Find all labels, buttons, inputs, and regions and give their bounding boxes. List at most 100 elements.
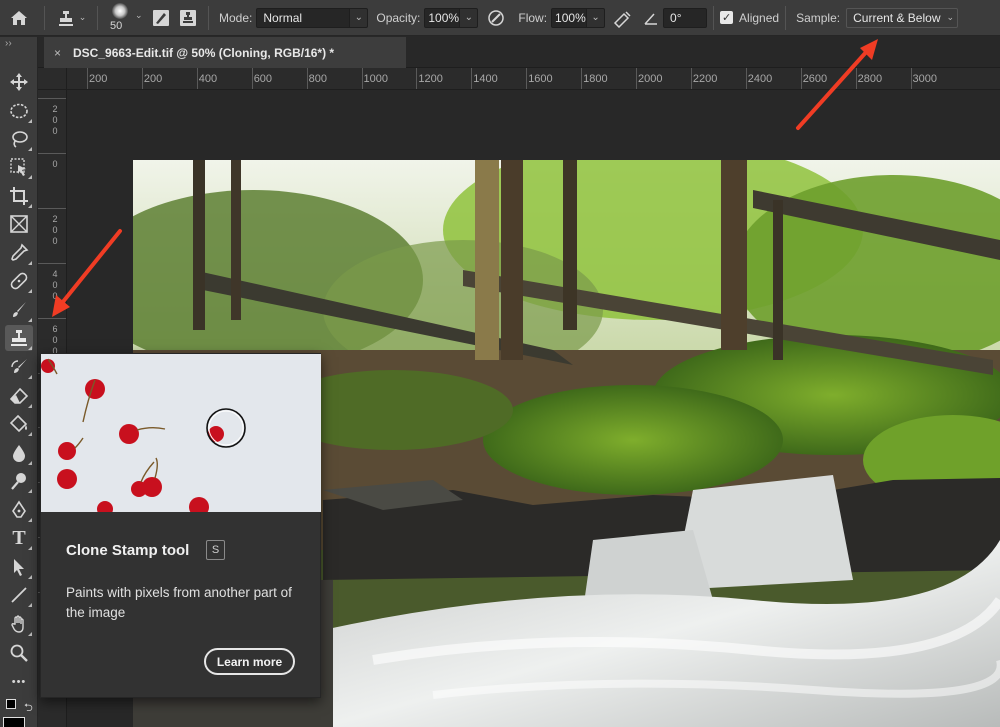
mode-label: Mode: (219, 10, 253, 25)
zoom-icon (10, 644, 28, 662)
photoshop-window: ⌄ 50 ⌄ Mode: Normal ⌄ Opacity: 100% ⌄ Fl… (0, 0, 1000, 727)
brush-tool[interactable] (5, 297, 33, 323)
ruler-tick (87, 68, 88, 89)
airbrush-button[interactable] (605, 0, 641, 36)
bandage-icon (10, 272, 28, 290)
lasso-icon (12, 131, 28, 148)
horizontal-ruler: 200 200 400 600 800 1000 1200 1400 1600 1800 2000 2… (67, 68, 1000, 90)
hand-tool[interactable] (5, 611, 33, 637)
default-colors-icon[interactable] (6, 699, 16, 709)
chevron-down-icon: ⌄ (78, 12, 87, 22)
opacity-label: Opacity: (376, 10, 421, 25)
clone-stamp-icon (11, 330, 27, 346)
ruler-label: 200 (52, 104, 58, 136)
tool-group-indicator (28, 147, 32, 151)
path-selection-tool[interactable] (5, 554, 33, 580)
eyedropper-tool[interactable] (5, 240, 33, 266)
tooltip-title: Clone Stamp tool (66, 542, 190, 559)
brush-tip-icon (112, 2, 128, 19)
collapse-toolbar-icon[interactable]: ›› (5, 38, 12, 49)
brush-size-value: 50 (110, 19, 123, 32)
opacity-field[interactable]: 100% ⌄ (424, 7, 479, 28)
tool-group-indicator (28, 289, 32, 293)
ruler-label: 400 (52, 268, 58, 301)
separator (785, 5, 787, 30)
document-tab[interactable]: × DSC_9663-Edit.tif @ 50% (Cloning, RGB/… (44, 37, 406, 68)
tool-group-indicator (28, 261, 32, 265)
chevron-down-icon: ⌄ (946, 12, 955, 22)
move-tool[interactable] (5, 69, 33, 95)
ruler-label: 200 (89, 73, 108, 85)
history-brush-tool[interactable] (5, 354, 33, 380)
move-icon (10, 73, 28, 91)
blur-tool[interactable] (5, 440, 33, 466)
tool-group-indicator (28, 518, 32, 522)
dodge-icon (11, 473, 26, 490)
aligned-checkbox[interactable]: ✓ Aligned (720, 11, 779, 25)
eyedropper-icon (11, 243, 29, 261)
swap-colors-icon[interactable]: ⮌ (24, 699, 33, 718)
type-icon: T (12, 526, 26, 549)
brush-settings-button[interactable] (148, 0, 174, 36)
tool-group-indicator (28, 546, 32, 550)
cherries-preview (41, 354, 321, 512)
frame-tool[interactable] (5, 211, 33, 237)
angle-field[interactable]: 0° (663, 7, 708, 28)
ruler-tick (690, 68, 692, 89)
tool-group-indicator (28, 461, 32, 465)
crop-tool[interactable] (5, 183, 33, 209)
foreground-color-swatch[interactable] (3, 717, 25, 727)
chevron-down-icon: ⌄ (587, 7, 606, 28)
clone-stamp-icon (58, 10, 73, 26)
ruler-label: 1800 (583, 73, 608, 85)
object-selection-tool[interactable] (5, 154, 33, 180)
ruler-tick (745, 68, 747, 89)
paint-bucket-tool[interactable] (5, 411, 33, 437)
tool-group-indicator (28, 318, 32, 322)
pen-tool[interactable] (5, 497, 33, 523)
dodge-tool[interactable] (5, 468, 33, 494)
tool-preset-picker[interactable]: ⌄ (51, 0, 91, 36)
eraser-tool[interactable] (5, 383, 33, 409)
ruler-origin[interactable] (38, 68, 67, 90)
tool-group-indicator (28, 489, 32, 493)
ruler-label: 2400 (747, 73, 773, 85)
home-button[interactable] (0, 0, 38, 36)
document-tab-bar: × DSC_9663-Edit.tif @ 50% (Cloning, RGB/… (38, 37, 1000, 68)
sample-label: Sample: (796, 10, 841, 25)
separator (208, 5, 209, 30)
type-tool[interactable]: T (5, 525, 33, 551)
path-selection-icon (14, 559, 24, 576)
sample-value: Current & Below (853, 10, 941, 25)
ruler-tick (800, 68, 802, 89)
zoom-tool[interactable] (5, 640, 33, 666)
tool-group-indicator (28, 119, 32, 123)
brush-preset-picker[interactable]: 50 ⌄ (104, 0, 148, 36)
healing-brush-tool[interactable] (5, 268, 33, 294)
learn-more-button[interactable]: Learn more (204, 648, 295, 675)
sample-select[interactable]: Current & Below ⌄ (846, 7, 959, 28)
separator (713, 5, 715, 30)
tool-group-indicator (28, 175, 32, 179)
object-selection-icon (10, 158, 26, 176)
line-tool[interactable] (5, 582, 33, 608)
lasso-tool[interactable] (5, 126, 33, 152)
ruler-tick (196, 68, 198, 89)
pressure-opacity-button[interactable] (478, 0, 514, 36)
more-icon: ••• (11, 676, 27, 688)
clone-source-button[interactable] (174, 0, 202, 36)
ruler-tick (38, 98, 66, 99)
edit-toolbar-button[interactable]: ••• (5, 669, 33, 695)
angle-icon (644, 12, 658, 25)
ruler-label: 800 (308, 73, 327, 85)
ruler-tick (855, 68, 857, 89)
mode-select[interactable]: Normal ⌄ (256, 7, 369, 28)
flow-field[interactable]: 100% ⌄ (551, 7, 606, 28)
ruler-label: 3000 (912, 73, 937, 85)
marquee-tool[interactable] (5, 98, 33, 124)
close-tab-icon[interactable]: × (54, 46, 61, 60)
clone-stamp-tool[interactable] (5, 325, 33, 351)
blur-drop-icon (13, 445, 25, 462)
tool-group-indicator (28, 632, 32, 636)
elliptical-marquee-icon (10, 103, 28, 119)
